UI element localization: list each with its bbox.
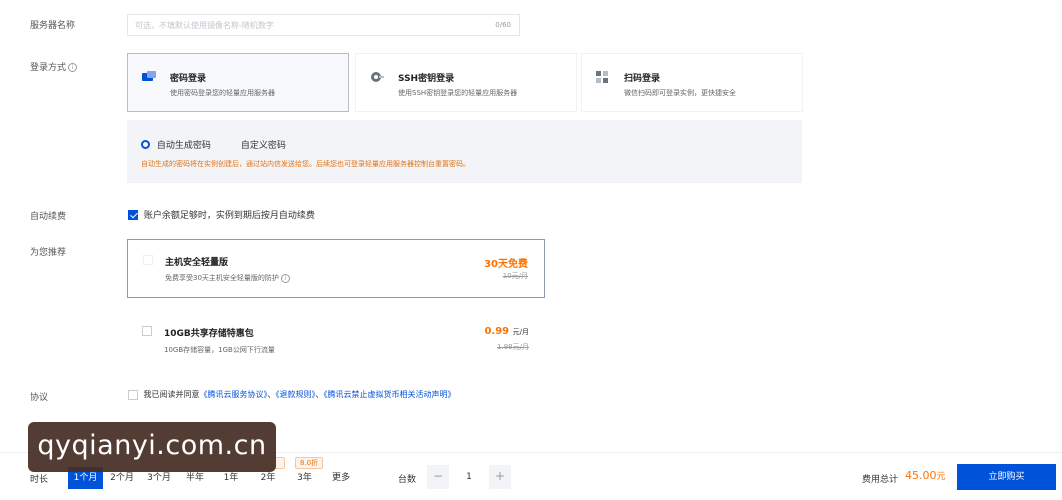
server-name-label: 服务器名称 <box>30 21 76 31</box>
recommend-item-storage[interactable]: 10GB共享存储特惠包 10GB存储容量，1GB公网下行流量 0.99 元/月 … <box>127 310 545 369</box>
recommend-host-security-price: 30天免费 <box>484 259 528 270</box>
watermark: qyqianyi.com.cn <box>28 422 276 472</box>
recommend-storage-price-value: 0.99 <box>484 326 510 337</box>
auto-password-option[interactable]: 自动生成密码 <box>141 138 211 151</box>
agreement-separator: 、 <box>315 390 324 399</box>
service-agreement-link[interactable]: 《腾讯云服务协议》 <box>200 390 268 399</box>
recommend-storage-title: 10GB共享存储特惠包 <box>164 329 254 339</box>
discount-badge-3-years: 8.0折 <box>295 457 324 469</box>
recommend-host-security-title: 主机安全轻量版 <box>165 258 229 268</box>
login-option-password-desc: 使用密码登录您的轻量应用服务器 <box>170 89 275 97</box>
recommend-storage-desc: 10GB存储容量，1GB公网下行流量 <box>164 346 275 354</box>
refund-rules-link[interactable]: 《退款规则》 <box>276 390 316 399</box>
custom-password-label: 自定义密码 <box>240 141 286 151</box>
custom-password-option[interactable]: 自定义密码 <box>225 138 286 151</box>
login-method-label-text: 登录方式 <box>30 63 67 73</box>
recommend-host-security-checkbox[interactable] <box>143 255 153 265</box>
crypto-statement-link[interactable]: 《腾讯云禁止虚拟货币相关活动声明》 <box>324 390 456 399</box>
password-settings-panel: 自动生成密码 自定义密码 自动生成的密码将在实例创建后，通过站内信发送给您。后续… <box>127 120 802 183</box>
quantity-input[interactable]: 1 <box>449 465 489 489</box>
recommend-storage-price: 0.99 元/月 <box>484 326 529 337</box>
total-price: 45.00元 <box>905 469 946 482</box>
quantity-label: 台数 <box>398 475 417 485</box>
server-name-input[interactable]: 可选，不填默认使用镜像名称-随机数字 0/60 <box>127 14 520 36</box>
duration-label: 时长 <box>30 475 49 485</box>
custom-password-radio[interactable] <box>225 140 234 149</box>
auto-password-radio[interactable] <box>141 140 150 149</box>
duration-3-years[interactable]: 3年 <box>287 467 322 489</box>
agreement-prefix: 我已阅读并同意 <box>143 390 200 399</box>
login-option-qrcode-desc: 微信扫码即可登录实例，更快捷安全 <box>624 89 736 97</box>
login-option-ssh-title: SSH密钥登录 <box>398 74 455 84</box>
recommend-storage-price-unit: 元/月 <box>512 328 529 336</box>
auto-renew-checkbox[interactable] <box>128 209 138 220</box>
quantity-plus-button[interactable]: + <box>489 465 511 489</box>
recommend-host-security-original-price: 10元/月 <box>502 272 528 280</box>
qr-code-icon <box>596 71 608 83</box>
agreement-option: 我已阅读并同意《腾讯云服务协议》、《退款规则》、《腾讯云禁止虚拟货币相关活动声明… <box>128 389 456 400</box>
login-option-password[interactable]: 密码登录 使用密码登录您的轻量应用服务器 <box>127 53 349 112</box>
login-option-ssh-desc: 使用SSH密钥登录您的轻量应用服务器 <box>398 89 518 97</box>
server-name-counter: 0/60 <box>495 21 511 29</box>
recommend-storage-checkbox[interactable] <box>142 326 152 336</box>
quantity-minus-button[interactable]: − <box>427 465 449 489</box>
recommend-item-host-security[interactable]: 主机安全轻量版 免费享受30天主机安全轻量版的防护 i 30天免费 10元/月 <box>127 239 545 298</box>
server-name-placeholder: 可选，不填默认使用镜像名称-随机数字 <box>135 21 274 30</box>
password-notice: 自动生成的密码将在实例创建后，通过站内信发送给您。后续您也可登录轻量应用服务器控… <box>141 160 470 168</box>
agreement-checkbox[interactable] <box>128 389 138 400</box>
login-option-qrcode[interactable]: 扫码登录 微信扫码即可登录实例，更快捷安全 <box>581 53 803 112</box>
buy-now-button[interactable]: 立即购买 <box>957 464 1056 490</box>
ssh-key-icon <box>371 72 384 82</box>
total-label: 费用总计 <box>862 475 899 485</box>
info-icon[interactable]: i <box>280 273 290 283</box>
recommend-host-security-desc-text: 免费享受30天主机安全轻量版的防护 <box>165 274 279 282</box>
auto-renew-label: 自动续费 <box>30 212 67 222</box>
auto-password-label: 自动生成密码 <box>156 141 211 151</box>
login-option-ssh[interactable]: SSH密钥登录 使用SSH密钥登录您的轻量应用服务器 <box>355 53 577 112</box>
login-option-password-title: 密码登录 <box>170 74 207 84</box>
recommend-label: 为您推荐 <box>30 248 67 258</box>
info-icon[interactable]: i <box>68 63 78 72</box>
recommend-storage-original-price: 1.98元/月 <box>497 343 529 351</box>
auto-renew-text: 账户余额足够时，实例到期后按月自动续费 <box>143 211 315 221</box>
total-price-value: 45.00 <box>905 469 937 482</box>
total-price-unit: 元 <box>936 472 946 482</box>
login-method-label: 登录方式 i <box>30 60 78 73</box>
agreement-separator: 、 <box>267 390 276 399</box>
auto-renew-option[interactable]: 账户余额足够时，实例到期后按月自动续费 <box>128 208 315 221</box>
duration-more[interactable]: 更多 <box>323 467 359 489</box>
login-option-qrcode-title: 扫码登录 <box>624 74 661 84</box>
password-icon <box>142 71 156 81</box>
recommend-host-security-desc: 免费享受30天主机安全轻量版的防护 i <box>165 273 290 283</box>
agreement-label: 协议 <box>30 393 49 403</box>
